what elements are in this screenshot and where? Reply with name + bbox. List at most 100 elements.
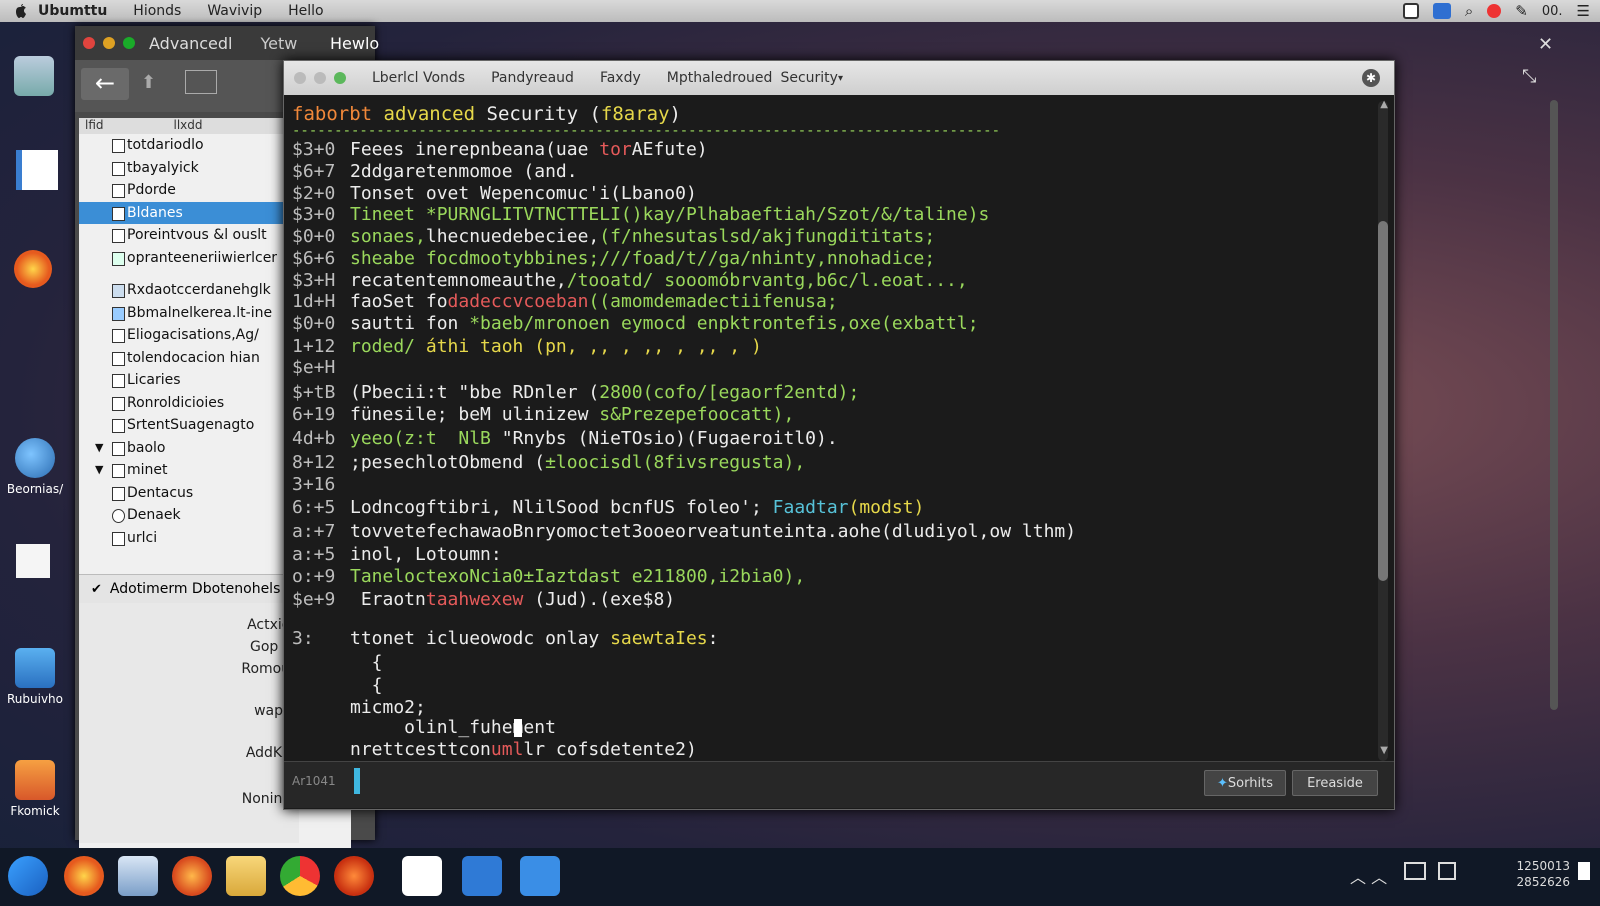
desktop-scrollbar[interactable] bbox=[1550, 100, 1558, 710]
maximize-button[interactable] bbox=[334, 72, 346, 84]
menu-item-2[interactable]: Wavivip bbox=[207, 3, 262, 19]
window-subtitle: Yetw bbox=[260, 33, 298, 53]
close-button[interactable] bbox=[83, 37, 95, 49]
column-header[interactable]: lfid bbox=[85, 118, 104, 134]
desktop-icon-office[interactable]: Fkomick bbox=[0, 760, 70, 818]
firefox-alt-icon[interactable] bbox=[334, 856, 374, 896]
list-item-label: Rxdaotccerdanehglk bbox=[127, 282, 271, 299]
terminal-scroll-thumb[interactable] bbox=[1378, 221, 1388, 581]
expand-icon[interactable]: ▼ bbox=[95, 463, 103, 476]
close-icon[interactable]: ✕ bbox=[1538, 34, 1553, 55]
file-icon bbox=[112, 229, 125, 243]
folder-icon[interactable] bbox=[226, 856, 266, 896]
tab-3[interactable]: Faxdy bbox=[600, 70, 641, 86]
screen-icon[interactable] bbox=[1402, 3, 1419, 19]
wifi-icon[interactable]: ✎ bbox=[1515, 2, 1528, 20]
line-text: sooomóbrvantg,b6c/l.eoat..., bbox=[664, 270, 968, 291]
input-cursor[interactable] bbox=[354, 768, 360, 794]
scroll-down-icon[interactable]: ▼ bbox=[1380, 745, 1388, 756]
apple-logo-icon[interactable] bbox=[12, 3, 28, 19]
search-button[interactable]: ✦ Sorhits bbox=[1204, 770, 1286, 796]
heading-part: advanced bbox=[383, 103, 476, 125]
tab-1[interactable]: Lberlcl Vonds bbox=[372, 70, 465, 86]
file-icon[interactable] bbox=[16, 544, 50, 578]
start-icon[interactable] bbox=[8, 856, 48, 896]
terminal-output[interactable]: faborbt advanced Security (f8aray) -----… bbox=[292, 103, 1352, 760]
heading-part: f8aray bbox=[600, 103, 670, 125]
maximize-button[interactable] bbox=[123, 37, 135, 49]
terminal-line: nrettcesttconumllr cofsdetente2) bbox=[292, 739, 697, 760]
clock[interactable]: 1250013 2852626 bbox=[1517, 858, 1570, 890]
line-text: ;pesechlotObmend ( bbox=[350, 452, 546, 473]
app-window-icon[interactable] bbox=[462, 856, 502, 896]
chrome-icon[interactable] bbox=[280, 856, 320, 896]
list-item-label: tbayalyick bbox=[127, 159, 199, 176]
search-icon[interactable]: ⌕ bbox=[1465, 2, 1473, 20]
network-icon[interactable] bbox=[1404, 862, 1426, 880]
browser-icon[interactable] bbox=[64, 856, 104, 896]
explorer-icon[interactable] bbox=[118, 856, 158, 896]
list-item-label: Bldanes bbox=[127, 204, 183, 221]
list-item-label: Pdorde bbox=[127, 182, 176, 199]
documents-icon[interactable] bbox=[16, 150, 58, 190]
minimize-button[interactable] bbox=[314, 72, 326, 84]
line-text: olinl_fuhement bbox=[350, 717, 556, 738]
folder-icon bbox=[112, 251, 125, 266]
up-arrow-icon[interactable]: ⬆ bbox=[141, 72, 156, 93]
tray-chevron-icon[interactable]: ︿ ︿ bbox=[1350, 864, 1387, 888]
menu-icon[interactable]: ☰ bbox=[1577, 2, 1590, 20]
calendar-icon[interactable] bbox=[402, 856, 442, 896]
back-arrow-icon[interactable]: ← bbox=[81, 68, 129, 100]
menu-app-name[interactable]: Ubumttu bbox=[38, 3, 107, 19]
file-icon bbox=[112, 329, 125, 343]
notification-icon[interactable] bbox=[1578, 862, 1590, 880]
app-status-icon[interactable] bbox=[1432, 3, 1451, 19]
chevron-down-icon[interactable]: ▾ bbox=[838, 73, 843, 84]
taskbar: ︿ ︿ 1250013 2852626 bbox=[0, 848, 1600, 906]
erase-button[interactable]: Ereaside bbox=[1292, 770, 1378, 796]
line-number: 3+16 bbox=[292, 474, 336, 495]
view-toggle-icon[interactable] bbox=[185, 70, 217, 94]
line-text: inol, Lotoumn: bbox=[350, 544, 502, 565]
menu-item-1[interactable]: Hionds bbox=[133, 3, 181, 19]
line-text: micmo2; bbox=[350, 697, 426, 718]
terminal-line: $e+9 Eraotntaahwexew (Jud).(exe$8) bbox=[292, 589, 675, 610]
tab-2[interactable]: Pandyreaud bbox=[491, 70, 574, 86]
terminal-line: $e+H bbox=[292, 357, 350, 378]
desktop-icon-app[interactable]: Rubuivho bbox=[0, 648, 70, 706]
terminal-line: $0+0 sonaes,lhecnuedebeciee,(f/nhesutasls… bbox=[292, 226, 935, 247]
finder-icon[interactable] bbox=[14, 56, 54, 96]
terminal-line: 4d+b yeeo(z:t NlB "Rnybs (NieTOsio)(Fugae… bbox=[292, 428, 838, 449]
column-header[interactable]: llxdd bbox=[174, 118, 203, 134]
tab-5[interactable]: Security bbox=[780, 70, 838, 86]
line-text: tovvetefechawaoBnryomoctet3ooeorveatunte… bbox=[350, 521, 1077, 542]
line-text: Feees inerepnbeana(uae bbox=[350, 139, 600, 160]
file-icon bbox=[112, 139, 125, 153]
settings-icon[interactable]: ✱ bbox=[1362, 69, 1380, 87]
battery-icon[interactable]: 00. bbox=[1542, 4, 1563, 19]
file-icon bbox=[112, 374, 125, 388]
line-text: sonaes, bbox=[350, 226, 426, 247]
desktop-icon-label: Beornias/ bbox=[6, 482, 64, 496]
tab-4[interactable]: Mpthaledroued bbox=[667, 70, 773, 86]
file-icon bbox=[112, 161, 125, 176]
minimize-button[interactable] bbox=[103, 37, 115, 49]
desktop-icon-browser[interactable]: Beornias/ bbox=[0, 438, 70, 496]
shrink-icon[interactable]: ⤡ bbox=[1522, 66, 1536, 87]
menu-item-3[interactable]: Hello bbox=[288, 3, 324, 19]
display-icon[interactable] bbox=[1438, 862, 1456, 880]
status-icons: ⌕ ✎ 00. ☰ bbox=[1402, 0, 1590, 22]
firefox-icon[interactable] bbox=[172, 856, 212, 896]
line-text-highlight: 2800(cofo/[egaorf2entd); bbox=[599, 382, 860, 403]
check-icon: ✔ bbox=[91, 581, 102, 597]
line-number: a:+5 bbox=[292, 544, 336, 565]
line-number: $e+9 bbox=[292, 589, 336, 610]
close-button[interactable] bbox=[294, 72, 306, 84]
scroll-up-icon[interactable]: ▲ bbox=[1380, 99, 1388, 110]
notification-icon[interactable] bbox=[1487, 4, 1502, 18]
office-icon bbox=[15, 760, 55, 800]
firefox-icon[interactable] bbox=[14, 250, 52, 288]
expand-icon[interactable]: ▼ bbox=[95, 441, 103, 454]
window-icon[interactable] bbox=[520, 856, 560, 896]
list-item-label: Dentacus bbox=[127, 484, 194, 501]
